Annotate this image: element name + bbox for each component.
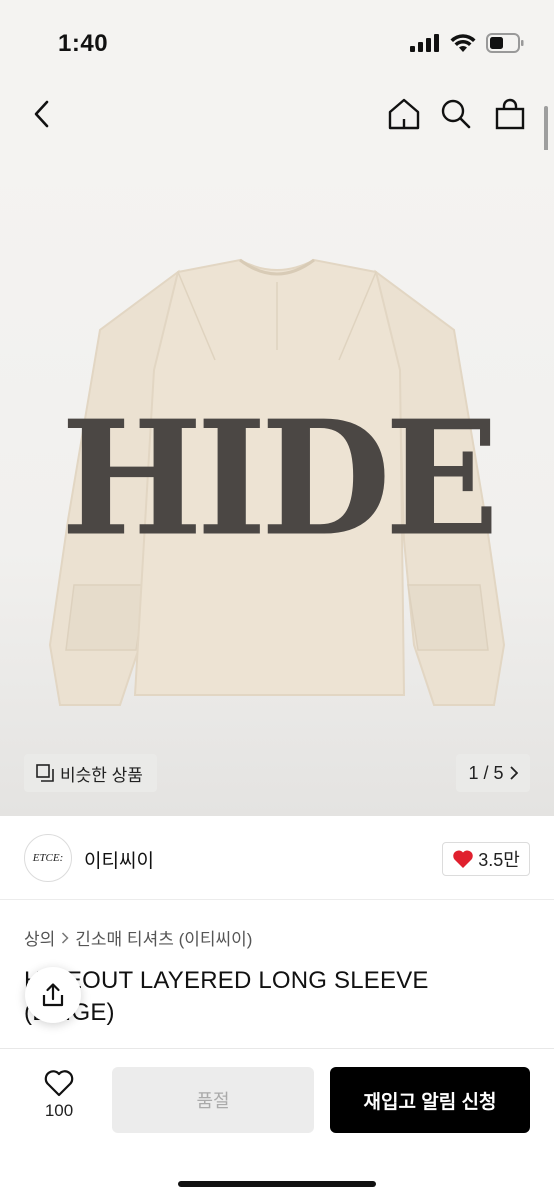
breadcrumb: 상의 긴소매 티셔츠 (이티씨이) [24,925,252,950]
chevron-right-icon [509,766,518,780]
restock-alert-button[interactable]: 재입고 알림 신청 [330,1067,530,1133]
product-title: HIDEOUT LAYERED LONG SLEEVE (BEIGE) [24,967,429,1026]
search-button[interactable] [436,94,476,134]
brand-row: ETCE: 이티씨이 3.5만 [0,816,554,900]
status-icons [410,33,524,53]
back-button[interactable] [22,94,62,134]
heart-filled-icon [453,850,473,868]
product-image: HIDE [48,258,506,706]
share-button[interactable] [25,967,81,1023]
breadcrumb-item-subcategory[interactable]: 긴소매 티셔츠 (이티씨이) [75,925,252,950]
product-image-gallery[interactable]: HIDE 비슷한 상품 1 / 5 [0,150,554,816]
similar-items-label: 비슷한 상품 [60,765,143,785]
status-time: 1:40 [58,30,109,57]
back-icon [34,100,49,128]
similar-items-icon [36,764,54,782]
page-counter-text: 1 / 5 [468,762,504,783]
shopping-bag-icon [495,98,525,130]
top-navigation [0,80,554,150]
chevron-breadcrumb-icon [62,931,69,944]
wishlist-count: 100 [44,1101,74,1120]
heart-outline-icon [44,1070,74,1097]
shirt-print-text: HIDE [61,387,493,571]
home-button[interactable] [384,94,424,134]
status-bar: 1:40 [0,0,554,80]
shopping-bag-button[interactable] [490,94,530,134]
brand-logo[interactable]: ETCE: [24,834,72,882]
wifi-icon [450,33,476,52]
wishlist-button[interactable]: 100 [36,1069,82,1121]
brand-like-count: 3.5만 [478,850,520,870]
home-icon [388,98,420,130]
brand-name[interactable]: 이티씨이 [84,846,154,873]
cellular-signal-icon [410,34,439,52]
sold-out-button: 품절 [112,1067,314,1133]
similar-items-button[interactable]: 비슷한 상품 [24,754,157,792]
image-page-counter[interactable]: 1 / 5 [456,754,530,792]
brand-like-button[interactable]: 3.5만 [442,842,530,876]
breadcrumb-item-category[interactable]: 상의 [24,925,55,950]
home-indicator [178,1181,376,1187]
share-icon [42,983,64,1007]
battery-icon [486,33,524,53]
bottom-action-bar: 100 품절 재입고 알림 신청 [0,1048,554,1200]
search-icon [441,99,471,129]
